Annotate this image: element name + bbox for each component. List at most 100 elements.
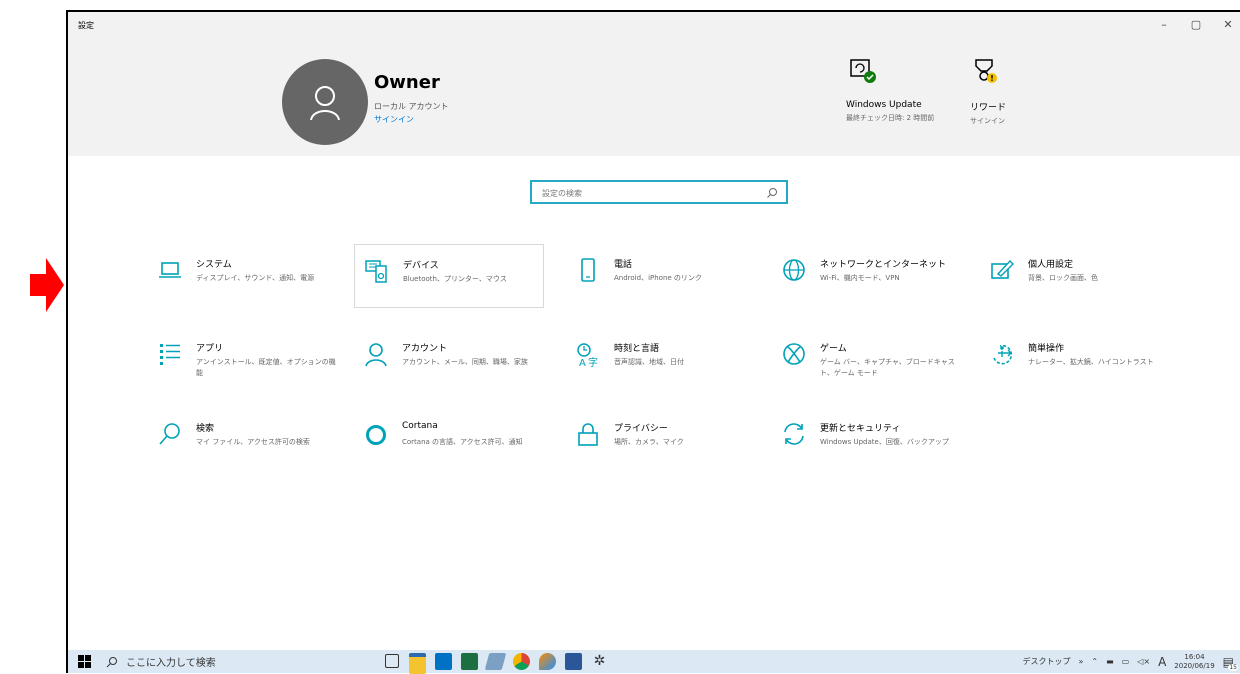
show-hidden-icons-icon[interactable]: ⌃	[1091, 657, 1098, 666]
category-desc: Bluetooth、プリンター、マウス	[403, 275, 507, 283]
window-title: 設定	[78, 21, 94, 30]
title-bar: 設定 – ▢ ✕	[68, 12, 1240, 38]
category-desc: Wi-Fi、機内モード、VPN	[820, 274, 900, 282]
battery-icon[interactable]: ▬	[1106, 657, 1114, 666]
category-title: 個人用設定	[1028, 260, 1074, 270]
category-desc: Windows Update、回復、バックアップ	[820, 438, 949, 446]
chrome-icon[interactable]	[513, 653, 530, 670]
outlook-icon[interactable]	[435, 653, 452, 670]
toolbar-chevron-icon[interactable]: »	[1078, 657, 1083, 666]
svg-text:字: 字	[588, 356, 598, 368]
paint-3d-icon[interactable]	[539, 653, 556, 670]
windows-update-icon	[846, 56, 878, 88]
person-icon	[365, 343, 387, 367]
category-title: ゲーム	[820, 344, 847, 354]
clock[interactable]: 16:04 2020/06/19	[1174, 653, 1214, 671]
taskbar-search-box[interactable]: ここに入力して検索	[106, 650, 216, 673]
category-personalization[interactable]: 個人用設定 背景、ロック画面、色	[980, 244, 1170, 308]
svg-text:A: A	[579, 358, 586, 368]
windows-start-icon[interactable]	[78, 655, 91, 668]
phone-icon	[581, 258, 595, 282]
excel-icon[interactable]	[461, 653, 478, 670]
file-explorer-icon[interactable]	[409, 653, 426, 674]
category-apps[interactable]: アプリ アンインストール、既定値、オプションの機能	[148, 328, 338, 392]
category-desc: Cortana の言語、アクセス許可、通知	[402, 438, 523, 446]
volume-icon[interactable]: ◁×	[1137, 657, 1150, 666]
category-ease-of-access[interactable]: 簡単操作 ナレーター、拡大鏡、ハイコントラスト	[980, 328, 1170, 392]
profile-header: Owner ローカル アカウント サインイン Windows Update 最終…	[68, 38, 1240, 156]
personalization-icon	[991, 259, 1014, 279]
rewards-shortcut[interactable]: リワード サインイン	[970, 56, 1070, 126]
category-desc: マイ ファイル、アクセス許可の検索	[196, 438, 310, 446]
red-arrow-icon	[30, 258, 64, 312]
xbox-icon	[783, 343, 805, 365]
avatar[interactable]	[282, 59, 368, 145]
settings-search-input[interactable]: 設定の検索	[530, 180, 788, 204]
minimize-button[interactable]: –	[1150, 16, 1178, 34]
category-title: 更新とセキュリティ	[820, 424, 901, 434]
maximize-button[interactable]: ▢	[1182, 16, 1210, 34]
category-cortana[interactable]: Cortana Cortana の言語、アクセス許可、通知	[354, 408, 544, 472]
time-language-icon: A 字	[577, 343, 598, 368]
category-network[interactable]: ネットワークとインターネット Wi-Fi、機内モード、VPN	[772, 244, 962, 308]
category-title: アカウント	[402, 344, 448, 354]
category-desc: 場所、カメラ、マイク	[614, 438, 684, 446]
rewards-status: サインイン	[970, 117, 1005, 125]
taskbar: ここに入力して検索 ✲ デスクトップ » ⌃ ▬ ▭ ◁× A 16:04 20…	[66, 650, 1240, 674]
category-search[interactable]: 検索 マイ ファイル、アクセス許可の検索	[148, 408, 338, 472]
notification-count-badge: 15	[1228, 663, 1238, 671]
signin-link[interactable]: サインイン	[374, 114, 414, 125]
apps-icon	[160, 344, 180, 365]
category-title: 時刻と言語	[614, 344, 660, 354]
category-phone[interactable]: 電話 Android、iPhone のリンク	[566, 244, 756, 308]
category-desc: ナレーター、拡大鏡、ハイコントラスト	[1028, 358, 1154, 366]
taskbar-search-placeholder: ここに入力して検索	[126, 658, 216, 669]
category-title: デバイス	[403, 261, 439, 271]
account-type: ローカル アカウント	[374, 102, 449, 111]
search-placeholder: 設定の検索	[542, 189, 582, 198]
category-accounts[interactable]: アカウント アカウント、メール、同期、職場、家族	[354, 328, 544, 392]
word-icon[interactable]	[565, 653, 582, 670]
ease-of-access-icon	[993, 344, 1013, 365]
category-desc: 背景、ロック画面、色	[1028, 274, 1098, 282]
windows-update-shortcut[interactable]: Windows Update 最終チェック日時: 2 時間前	[846, 56, 946, 123]
search-icon	[767, 188, 777, 198]
category-title: アプリ	[196, 344, 224, 354]
desktop-toolbar-label[interactable]: デスクトップ	[1022, 656, 1070, 667]
category-gaming[interactable]: ゲーム ゲーム バー、キャプチャ、ブロードキャスト、ゲーム モード	[772, 328, 962, 392]
ime-indicator[interactable]: A	[1158, 655, 1166, 669]
task-view-icon[interactable]	[385, 654, 399, 668]
category-update-security[interactable]: 更新とセキュリティ Windows Update、回復、バックアップ	[772, 408, 962, 472]
category-title: プライバシー	[614, 424, 668, 434]
category-desc: ディスプレイ、サウンド、通知、電源	[196, 274, 315, 282]
settings-window: 設定 – ▢ ✕ Owner ローカル アカウント サインイン Windows	[66, 10, 1240, 652]
category-desc: アンインストール、既定値、オプションの機能	[196, 358, 336, 377]
category-devices[interactable]: デバイス Bluetooth、プリンター、マウス	[354, 244, 544, 308]
category-privacy[interactable]: プライバシー 場所、カメラ、マイク	[566, 408, 756, 472]
close-button[interactable]: ✕	[1214, 16, 1240, 34]
lock-icon	[578, 423, 598, 446]
category-title: Cortana	[402, 421, 438, 431]
clock-time: 16:04	[1184, 652, 1205, 661]
category-desc: アカウント、メール、同期、職場、家族	[402, 358, 528, 366]
category-desc: Android、iPhone のリンク	[614, 274, 702, 282]
clock-date: 2020/06/19	[1174, 661, 1215, 670]
network-icon[interactable]: ▭	[1122, 657, 1130, 666]
category-system[interactable]: システム ディスプレイ、サウンド、通知、電源	[148, 244, 338, 308]
windows-update-status: 最終チェック日時: 2 時間前	[846, 114, 935, 122]
rewards-title: リワード	[970, 103, 1007, 113]
category-title: 簡単操作	[1028, 344, 1065, 354]
notification-center-icon[interactable]: ▤ 15	[1223, 655, 1238, 671]
search-icon	[106, 656, 117, 667]
category-desc: 音声認識、地域、日付	[614, 358, 684, 366]
windows-update-title: Windows Update	[846, 100, 922, 110]
paint-icon[interactable]	[484, 653, 507, 670]
category-desc: ゲーム バー、キャプチャ、ブロードキャスト、ゲーム モード	[820, 358, 955, 377]
system-tray: デスクトップ » ⌃ ▬ ▭ ◁× A 16:04 2020/06/19 ▤ 15	[1022, 650, 1238, 673]
category-title: 電話	[614, 260, 633, 270]
category-time-language[interactable]: A 字 時刻と言語 音声認識、地域、日付	[566, 328, 756, 392]
profile-name: Owner	[374, 72, 440, 93]
category-title: システム	[196, 260, 232, 270]
cortana-icon	[366, 425, 386, 445]
settings-gear-icon[interactable]: ✲	[591, 653, 608, 670]
